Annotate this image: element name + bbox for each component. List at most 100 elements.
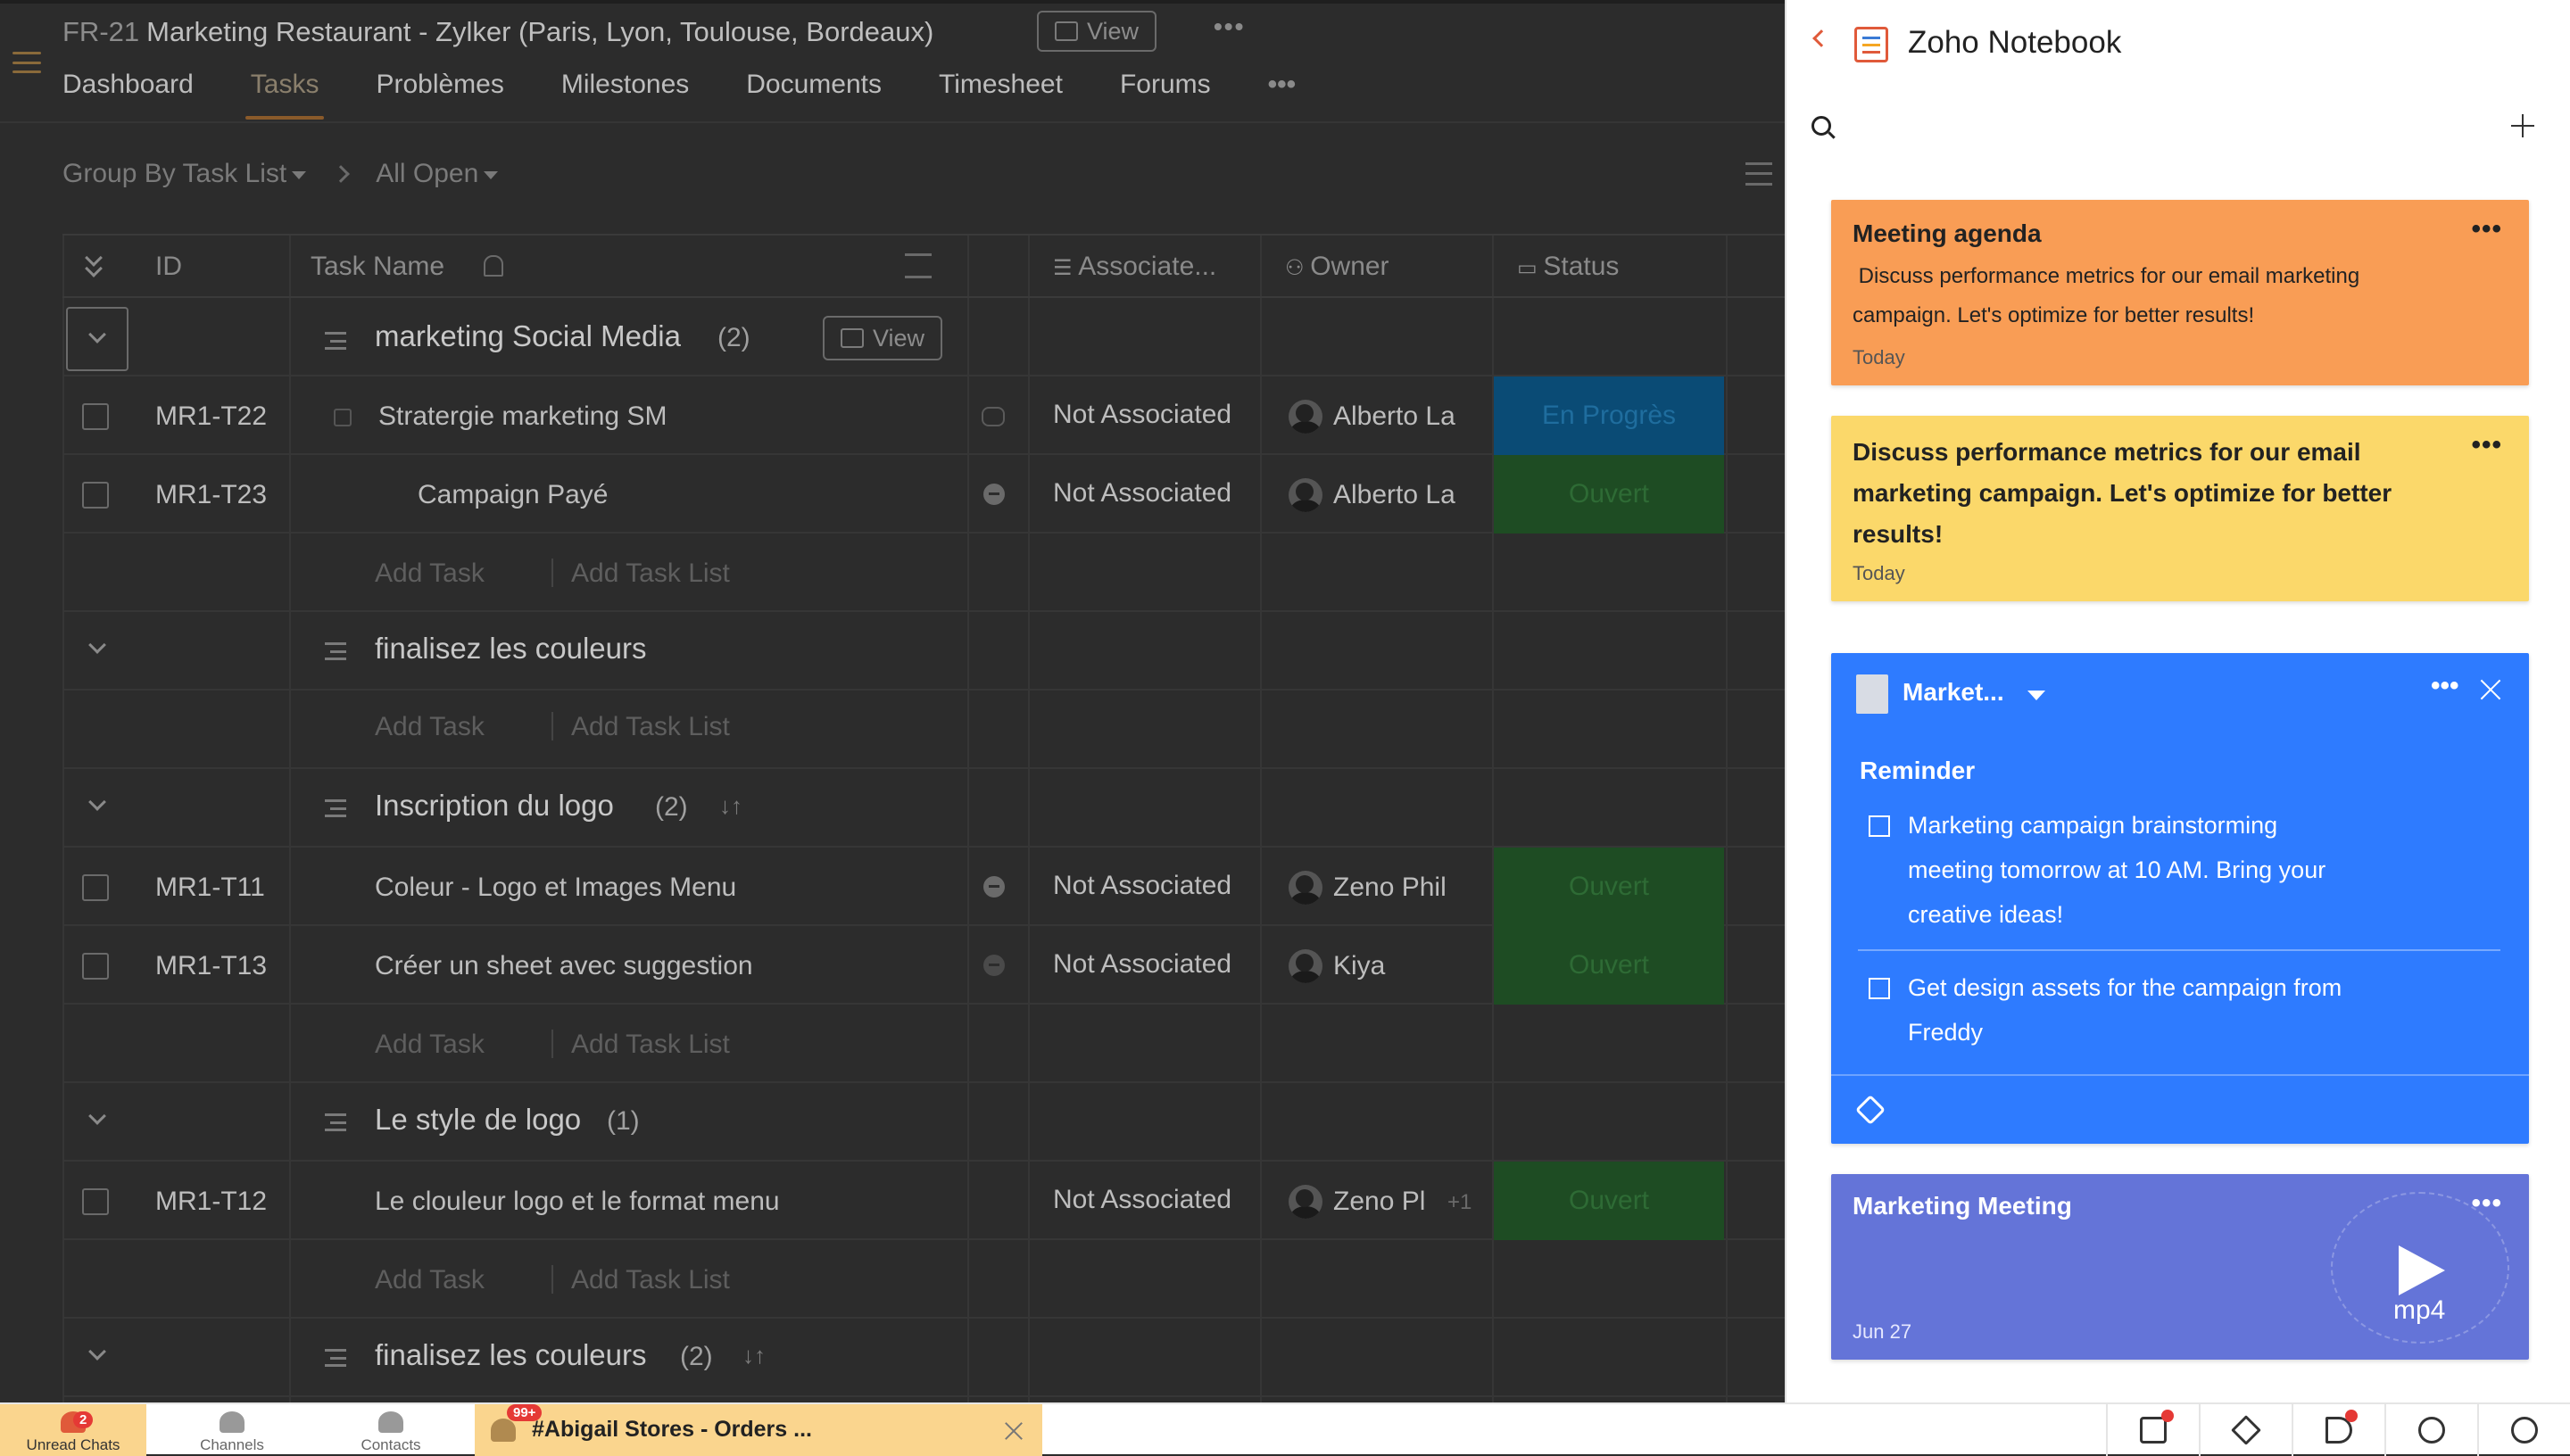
notebook-name[interactable]: Market... [1903,678,2004,707]
col-id[interactable]: ID [155,252,182,282]
row-checkbox[interactable] [82,403,109,430]
group-toggle[interactable] [66,307,128,371]
tab-dashboard[interactable]: Dashboard [62,70,194,120]
tab-forums[interactable]: Forums [1120,70,1211,120]
search-button[interactable] [2477,1404,2570,1456]
task-name[interactable]: Créer un sheet avec suggestion [375,951,753,981]
row-checkbox[interactable] [82,874,109,901]
menu-icon[interactable] [12,52,41,73]
chevron-down-icon[interactable] [88,793,106,811]
task-name[interactable]: Le clouleur logo et le format menu [375,1187,780,1217]
add-task-list-link[interactable]: Add Task List [571,558,730,589]
tab-more-icon[interactable]: ••• [1268,70,1297,120]
todo-checkbox[interactable] [1869,815,1890,837]
group-view-button[interactable]: View [823,316,943,360]
table-row[interactable]: MR1-T11 Coleur - Logo et Images Menu Not… [62,848,1785,926]
col-status[interactable]: ▭ Status [1517,252,1619,282]
status-badge[interactable]: Ouvert [1494,926,1724,1005]
col-associated[interactable]: ☰ Associate... [1053,252,1216,282]
chevron-down-icon[interactable] [88,636,106,654]
note-more-icon[interactable]: ••• [2471,214,2502,244]
table-row[interactable]: MR1-T22 Stratergie marketing SM Not Asso… [62,376,1785,455]
status-badge[interactable]: En Progrès [1494,376,1724,455]
comment-icon[interactable] [982,407,1005,426]
tab-timesheet[interactable]: Timesheet [939,70,1063,120]
zia-button[interactable] [2106,1404,2199,1456]
note-card-meeting-agenda[interactable]: Meeting agenda ••• Discuss performance m… [1831,200,2529,385]
contacts-icon [378,1411,403,1433]
status-dot-icon [983,876,1005,898]
table-row[interactable]: MR1-T23 Campaign Payé Not Associated Alb… [62,455,1785,534]
close-icon[interactable] [1005,1422,1023,1440]
col-task-name[interactable]: Task Name [311,252,444,282]
task-owner[interactable]: Kiya [1333,951,1385,981]
col-owner[interactable]: ⚇ Owner [1285,252,1389,282]
sort-icon[interactable]: ↓↑ [742,1342,766,1369]
note-more-icon[interactable]: ••• [2431,671,2459,701]
add-note-icon[interactable] [2511,114,2534,137]
tab-milestones[interactable]: Milestones [561,70,689,120]
chevron-down-icon[interactable] [88,1343,106,1361]
add-task-link[interactable]: Add Task [375,1265,485,1295]
integrations-button[interactable] [2199,1404,2292,1456]
row-checkbox[interactable] [82,1188,109,1215]
chevron-down-icon[interactable] [88,1107,106,1125]
notebook-logo-icon [1854,27,1888,62]
note-card-reminder[interactable]: Market... ••• Reminder Marketing campaig… [1831,653,2529,1144]
project-more-icon[interactable]: ••• [1214,12,1245,41]
table-row[interactable]: MR1-T13 Créer un sheet avec suggestion N… [62,926,1785,1005]
column-settings-icon[interactable] [905,253,932,278]
status-badge[interactable]: Ouvert [1494,848,1724,926]
group-row[interactable]: finalisez les couleurs (2) ↓↑ [62,1319,1785,1397]
color-picker-icon[interactable] [1855,1095,1886,1125]
owner-extra-count[interactable]: +1 [1447,1190,1472,1215]
divider [0,121,1785,123]
task-owner[interactable]: Alberto La [1333,480,1455,510]
reminder-icon[interactable] [484,255,503,277]
tab-tasks[interactable]: Tasks [245,70,325,120]
caret-down-icon[interactable] [2027,691,2045,700]
status-badge[interactable]: Ouvert [1494,455,1724,534]
close-icon[interactable] [2481,680,2500,699]
add-task-list-link[interactable]: Add Task List [571,1265,730,1295]
row-checkbox[interactable] [82,953,109,980]
task-name[interactable]: Coleur - Logo et Images Menu [375,873,736,903]
back-icon[interactable] [1812,29,1830,47]
play-icon[interactable] [2399,1245,2445,1295]
task-owner[interactable]: Alberto La [1333,401,1455,432]
add-task-link[interactable]: Add Task [375,712,485,742]
tab-problemes[interactable]: Problèmes [376,70,503,120]
note-more-icon[interactable]: ••• [2471,1188,2502,1219]
group-row[interactable]: marketing Social Media (2) View [62,298,1785,376]
task-owner[interactable]: Zeno Pl [1333,1187,1431,1217]
chat-tab[interactable]: 99+ #Abigail Stores - Orders ... [475,1404,1042,1456]
add-task-list-link[interactable]: Add Task List [571,712,730,742]
note-more-icon[interactable]: ••• [2471,430,2502,460]
row-checkbox[interactable] [82,482,109,509]
task-name[interactable]: Stratergie marketing SM [378,401,667,432]
unread-chats-button[interactable]: Unread Chats 2 [0,1404,146,1456]
project-view-button[interactable]: View [1037,11,1157,52]
group-row[interactable]: Le style de logo (1) [62,1083,1785,1162]
note-card-performance[interactable]: Discuss performance metrics for our emai… [1831,416,2529,601]
note-card-video[interactable]: Marketing Meeting ••• mp4 Jun 27 [1831,1174,2529,1360]
contacts-button[interactable]: Contacts [318,1404,464,1456]
task-owner[interactable]: Zeno Phil [1333,873,1447,903]
announcements-button[interactable] [2292,1404,2384,1456]
tab-documents[interactable]: Documents [746,70,882,120]
group-by-dropdown[interactable]: Group By Task List [62,159,307,189]
search-icon[interactable] [1811,116,1831,136]
task-name[interactable]: Campaign Payé [418,480,608,510]
group-row[interactable]: Inscription du logo (2) ↓↑ [62,769,1785,848]
add-task-link[interactable]: Add Task [375,1030,485,1060]
help-button[interactable] [2384,1404,2477,1456]
status-badge[interactable]: Ouvert [1494,1162,1724,1240]
group-row[interactable]: finalisez les couleurs [62,612,1785,691]
sort-icon[interactable]: ↓↑ [719,792,742,820]
channels-button[interactable]: Channels [159,1404,305,1456]
add-task-list-link[interactable]: Add Task List [571,1030,730,1060]
table-row[interactable]: MR1-T12 Le clouleur logo et le format me… [62,1162,1785,1240]
status-filter-dropdown[interactable]: All Open [376,159,499,189]
list-view-icon[interactable] [1745,162,1772,186]
add-task-link[interactable]: Add Task [375,558,485,589]
